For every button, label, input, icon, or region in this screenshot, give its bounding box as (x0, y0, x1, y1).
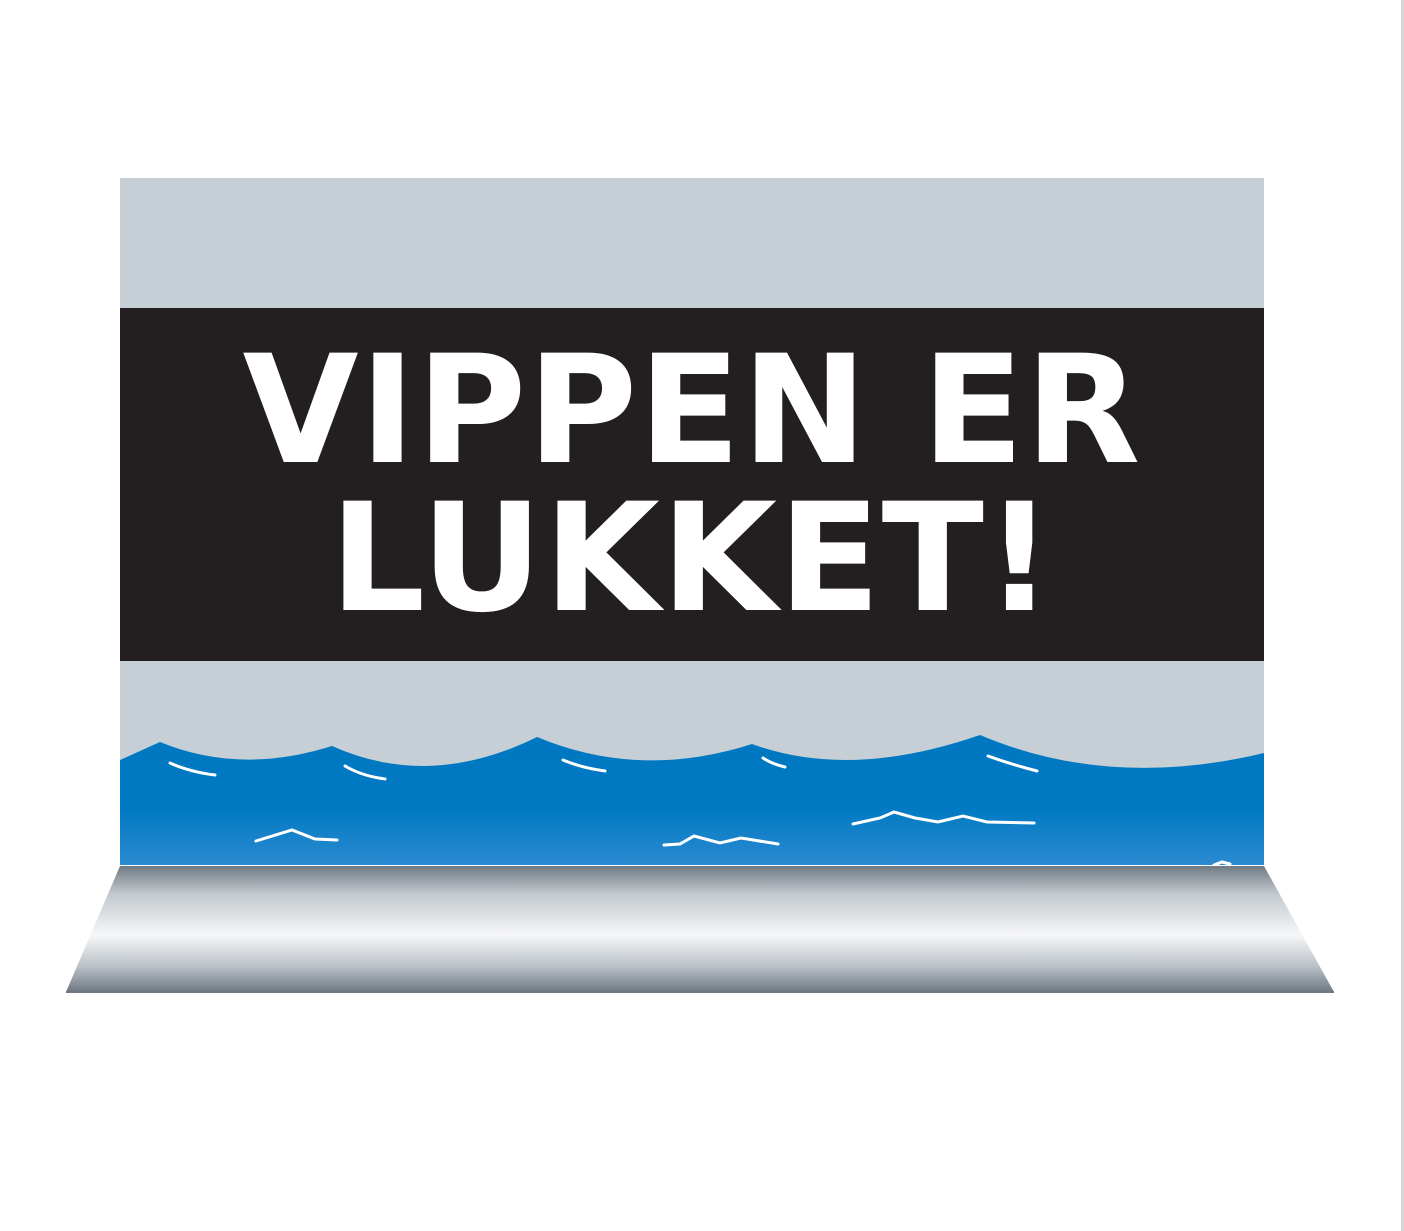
diving-board-icon (66, 866, 1334, 992)
sign-page: VIPPEN ER LUKKET! (0, 0, 1404, 1231)
banner-text-line-1: VIPPEN ER (242, 323, 1142, 498)
banner-text-line-2: LUKKET! (329, 471, 1055, 646)
closed-banner: VIPPEN ER LUKKET! (120, 308, 1264, 661)
